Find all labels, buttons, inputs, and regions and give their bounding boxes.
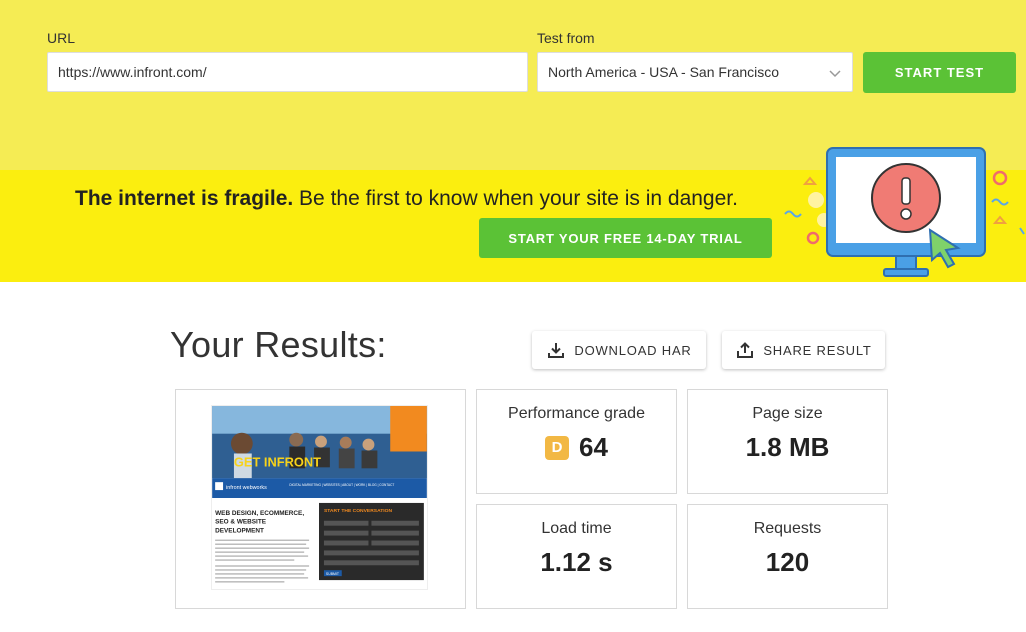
start-test-button[interactable]: START TEST xyxy=(863,52,1016,93)
load-time-card: Load time 1.12 s xyxy=(476,504,677,609)
tagline-bold: The internet is fragile. xyxy=(75,187,294,210)
page-size-label: Page size xyxy=(752,405,823,422)
download-har-button[interactable]: DOWNLOAD HAR xyxy=(532,331,706,369)
load-time-label: Load time xyxy=(541,520,612,537)
thumb-form-title: START THE CONVERSATION xyxy=(324,508,393,514)
test-location-select[interactable]: North America - USA - San Francisco xyxy=(537,52,853,92)
thumb-hero-title: GET INFRONT xyxy=(234,454,321,469)
thumb-nav: DIGITAL MARKETING | WEBSITES | ABOUT | W… xyxy=(289,483,394,487)
thumb-submit: SUBMIT xyxy=(326,572,340,576)
performance-score: 64 xyxy=(579,432,608,462)
svg-text:DEVELOPMENT: DEVELOPMENT xyxy=(215,528,264,535)
share-result-label: SHARE RESULT xyxy=(763,342,872,358)
test-from-label: Test from xyxy=(537,30,595,46)
page-size-card: Page size 1.8 MB xyxy=(687,389,888,494)
requests-card: Requests 120 xyxy=(687,504,888,609)
page-size-value: 1.8 MB xyxy=(745,432,830,462)
requests-value: 120 xyxy=(765,547,810,577)
banner-tagline: The internet is fragile. Be the first to… xyxy=(75,187,738,211)
download-har-label: DOWNLOAD HAR xyxy=(574,342,692,358)
share-icon xyxy=(737,342,754,358)
thumb-logo: infront webworks xyxy=(226,485,267,491)
share-result-button[interactable]: SHARE RESULT xyxy=(722,331,885,369)
svg-text:SEO & WEBSITE: SEO & WEBSITE xyxy=(215,519,267,526)
performance-grade-label: Performance grade xyxy=(508,405,645,422)
download-icon xyxy=(548,343,565,358)
url-label: URL xyxy=(47,30,76,46)
tagline-rest: Be the first to know when your site is i… xyxy=(293,187,738,210)
performance-grade-value-row: D 64 xyxy=(477,432,676,463)
website-screenshot: GET INFRONT infront webworks DIGITAL MAR… xyxy=(211,405,428,590)
performance-grade-card: Performance grade D 64 xyxy=(476,389,677,494)
svg-text:WEB DESIGN, ECOMMERCE,: WEB DESIGN, ECOMMERCE, xyxy=(215,510,304,517)
url-input[interactable] xyxy=(47,52,528,92)
grade-badge: D xyxy=(545,436,570,460)
requests-label: Requests xyxy=(753,520,822,537)
chevron-down-icon xyxy=(829,70,841,78)
load-time-value: 1.12 s xyxy=(540,547,613,577)
screenshot-thumbnail-card: GET INFRONT infront webworks DIGITAL MAR… xyxy=(175,389,466,609)
results-title: Your Results: xyxy=(170,324,387,365)
monitor-alert-icon xyxy=(784,147,1025,277)
free-trial-button[interactable]: START YOUR FREE 14-DAY TRIAL xyxy=(479,218,772,258)
test-location-value: North America - USA - San Francisco xyxy=(548,64,780,80)
